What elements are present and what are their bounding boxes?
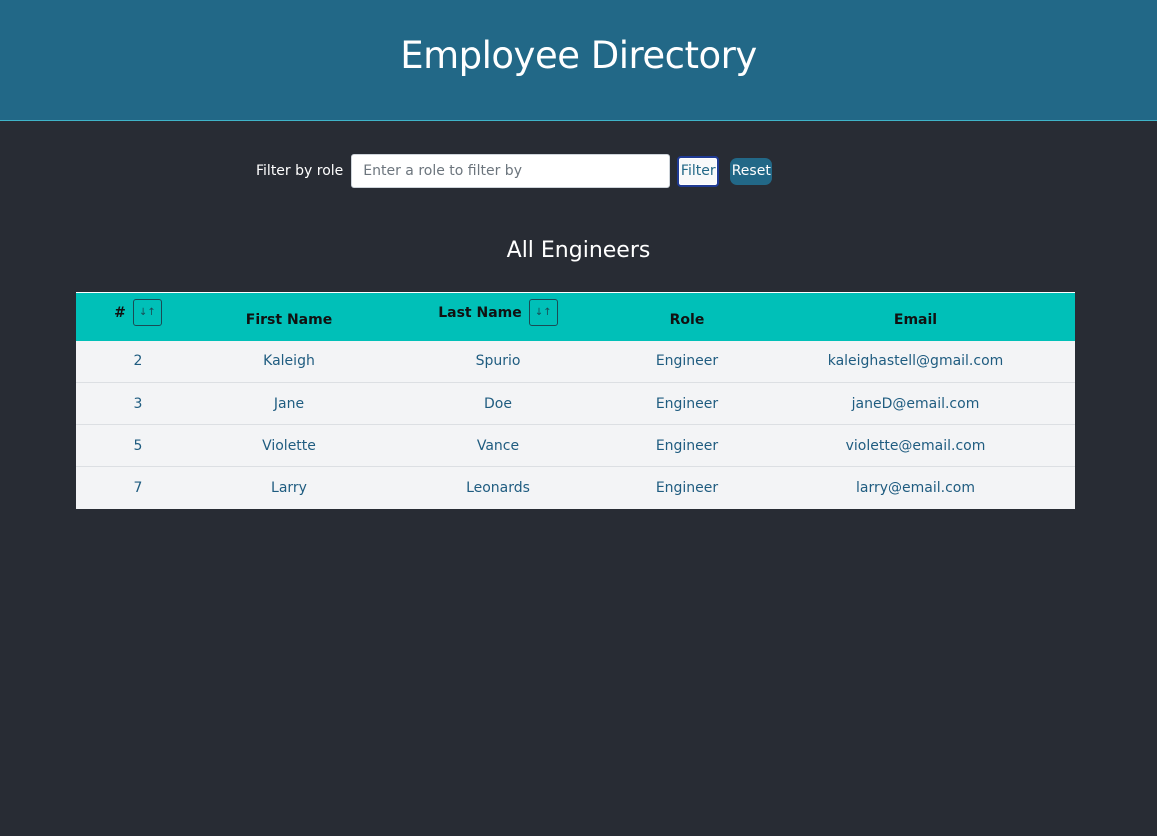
sort-arrows-icon: ↓↑ — [138, 307, 156, 319]
cell-role: Engineer — [655, 395, 719, 412]
cell-first-name: Kaleigh — [263, 353, 315, 370]
cell-first-name: Larry — [271, 479, 307, 496]
filter-bar: Filter by role Filter Reset — [256, 154, 773, 188]
column-header-last-name: Last Name ↓↑ — [378, 293, 618, 341]
filter-button[interactable]: Filter — [677, 155, 720, 187]
cell-last-name: Spurio — [475, 353, 521, 370]
page-header: Employee Directory — [0, 0, 1157, 121]
employee-table: # ↓↑ First Name Last Name ↓↑ Role Email … — [76, 292, 1075, 509]
cell-email: violette@email.com — [845, 437, 986, 454]
section-title: All Engineers — [506, 238, 651, 263]
column-header-id-label: # — [114, 304, 126, 321]
table-row: 3 Jane Doe Engineer janeD@email.com — [76, 382, 1075, 425]
column-header-first-name: First Name — [245, 311, 333, 328]
column-header-email: Email — [893, 311, 938, 328]
column-header-last-name-label: Last Name — [438, 304, 522, 321]
page-title: Employee Directory — [400, 33, 757, 77]
table-row: 2 Kaleigh Spurio Engineer kaleighastell@… — [76, 340, 1075, 383]
cell-first-name: Jane — [273, 395, 305, 412]
table-row: 5 Violette Vance Engineer violette@email… — [76, 424, 1075, 467]
role-filter-input[interactable] — [351, 154, 671, 188]
cell-id: 7 — [133, 479, 143, 496]
cell-email: kaleighastell@gmail.com — [827, 353, 1004, 370]
sort-arrows-icon: ↓↑ — [534, 307, 552, 319]
cell-email: janeD@email.com — [851, 395, 980, 412]
cell-id: 5 — [133, 437, 143, 454]
cell-last-name: Leonards — [466, 479, 530, 496]
cell-email: larry@email.com — [856, 479, 975, 496]
reset-button[interactable]: Reset — [730, 157, 773, 185]
cell-role: Engineer — [655, 437, 719, 454]
cell-last-name: Doe — [484, 395, 512, 412]
employee-table-container: # ↓↑ First Name Last Name ↓↑ Role Email … — [76, 292, 1075, 509]
table-body: 2 Kaleigh Spurio Engineer kaleighastell@… — [76, 340, 1075, 509]
column-header-role: Role — [669, 311, 705, 328]
cell-role: Engineer — [655, 353, 719, 370]
cell-id: 2 — [133, 353, 143, 370]
table-header: # ↓↑ First Name Last Name ↓↑ Role Email — [76, 292, 1075, 341]
column-header-id: # ↓↑ — [76, 293, 200, 341]
table-header-row: # ↓↑ First Name Last Name ↓↑ Role Email — [76, 292, 1075, 341]
filter-label: Filter by role — [256, 163, 344, 179]
cell-id: 3 — [133, 395, 143, 412]
table-row: 7 Larry Leonards Engineer larry@email.co… — [76, 466, 1075, 509]
cell-first-name: Violette — [262, 437, 316, 454]
cell-role: Engineer — [655, 479, 719, 496]
cell-last-name: Vance — [476, 437, 520, 454]
sort-id-button[interactable]: ↓↑ — [132, 299, 162, 327]
sort-last-name-button[interactable]: ↓↑ — [528, 299, 558, 327]
